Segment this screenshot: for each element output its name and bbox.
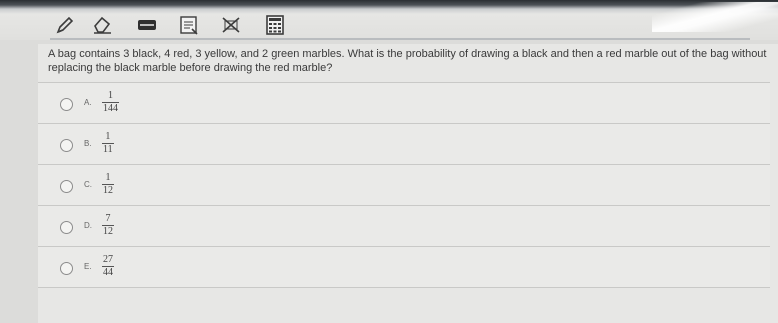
option-letter: E. <box>84 262 92 271</box>
screen-glare <box>652 2 778 32</box>
answer-options: A. 1 144 B. 1 11 C. 1 12 D. 7 12 E. 27 4… <box>38 82 770 288</box>
pencil-icon[interactable] <box>52 12 78 38</box>
option-letter: B. <box>84 139 92 148</box>
option-fraction: 1 11 <box>102 132 114 155</box>
fraction-denominator: 11 <box>103 144 113 155</box>
radio-button[interactable] <box>60 139 73 152</box>
option-c[interactable]: C. 1 12 <box>38 164 770 205</box>
tool-palette <box>52 12 292 40</box>
fraction-numerator: 1 <box>105 172 111 183</box>
option-fraction: 1 12 <box>102 173 114 196</box>
toolbar-divider <box>50 38 750 40</box>
option-fraction: 1 144 <box>102 91 119 114</box>
fraction-denominator: 44 <box>103 267 113 278</box>
option-a[interactable]: A. 1 144 <box>38 82 770 123</box>
option-letter: C. <box>84 180 92 189</box>
option-fraction: 27 44 <box>102 255 114 278</box>
question-text: A bag contains 3 black, 4 red, 3 yellow,… <box>48 48 767 74</box>
highlighter-icon[interactable] <box>134 12 160 38</box>
option-fraction: 7 12 <box>102 214 114 237</box>
eraser-icon[interactable] <box>90 12 116 38</box>
radio-button[interactable] <box>60 262 73 275</box>
option-letter: A. <box>84 98 92 107</box>
notepad-icon[interactable] <box>176 12 202 38</box>
option-e[interactable]: E. 27 44 <box>38 246 770 288</box>
eliminate-icon[interactable] <box>218 12 244 38</box>
radio-button[interactable] <box>60 221 73 234</box>
option-d[interactable]: D. 7 12 <box>38 205 770 246</box>
fraction-numerator: 27 <box>103 254 113 265</box>
fraction-numerator: 7 <box>105 213 111 224</box>
fraction-denominator: 12 <box>103 185 113 196</box>
radio-button[interactable] <box>60 98 73 111</box>
option-b[interactable]: B. 1 11 <box>38 123 770 164</box>
option-letter: D. <box>84 221 92 230</box>
fraction-numerator: 1 <box>108 90 113 101</box>
fraction-numerator: 1 <box>105 131 111 142</box>
radio-button[interactable] <box>60 180 73 193</box>
fraction-denominator: 12 <box>103 226 113 237</box>
calculator-icon[interactable] <box>262 12 288 38</box>
fraction-denominator: 144 <box>103 103 118 114</box>
